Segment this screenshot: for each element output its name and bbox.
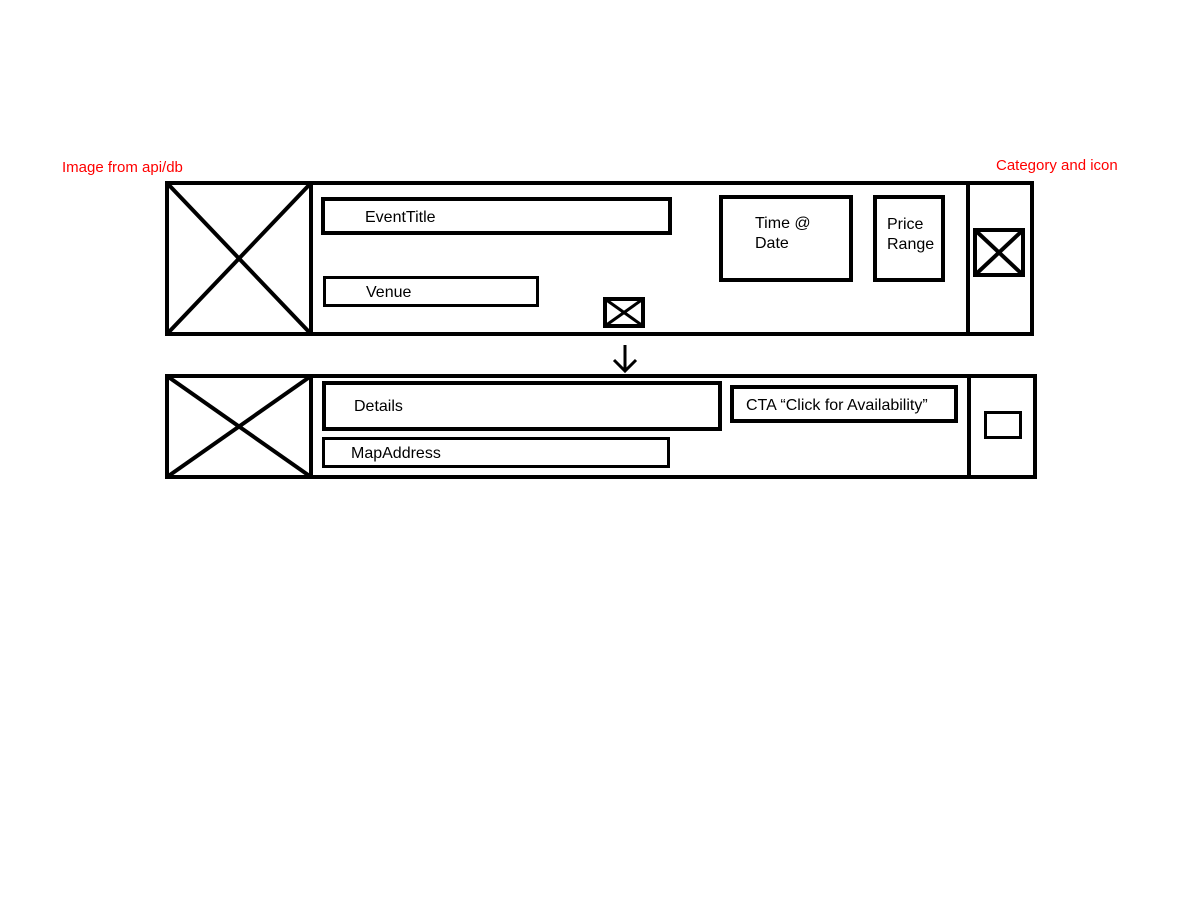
expand-toggle-icon[interactable] xyxy=(603,297,645,328)
details-field: Details xyxy=(322,381,722,431)
category-divider xyxy=(967,374,971,479)
price-line1: Price xyxy=(887,216,924,233)
details-label: Details xyxy=(354,398,403,415)
map-address-field: MapAddress xyxy=(322,437,670,468)
time-date-line2: Date xyxy=(755,235,789,252)
arrow-down-icon xyxy=(611,344,639,374)
category-icon xyxy=(984,411,1022,439)
category-note: Category and icon xyxy=(996,157,1118,174)
event-title-label: EventTitle xyxy=(365,209,436,226)
venue-label: Venue xyxy=(366,284,412,301)
venue-field: Venue xyxy=(323,276,539,307)
event-image-placeholder xyxy=(165,374,313,479)
time-date-line1: Time @ xyxy=(755,215,811,232)
map-address-label: MapAddress xyxy=(351,445,441,462)
event-image-placeholder xyxy=(165,181,313,336)
event-title-field: EventTitle xyxy=(321,197,672,235)
cta-availability-button[interactable]: CTA “Click for Availability” xyxy=(730,385,958,423)
image-source-note: Image from api/db xyxy=(62,159,183,176)
cta-label: CTA “Click for Availability” xyxy=(746,397,928,414)
price-line2: Range xyxy=(887,236,935,253)
category-icon xyxy=(973,228,1025,277)
time-date-field: Time @ Date xyxy=(719,195,853,282)
price-range-field: Price Range xyxy=(873,195,945,282)
category-divider xyxy=(966,181,970,336)
